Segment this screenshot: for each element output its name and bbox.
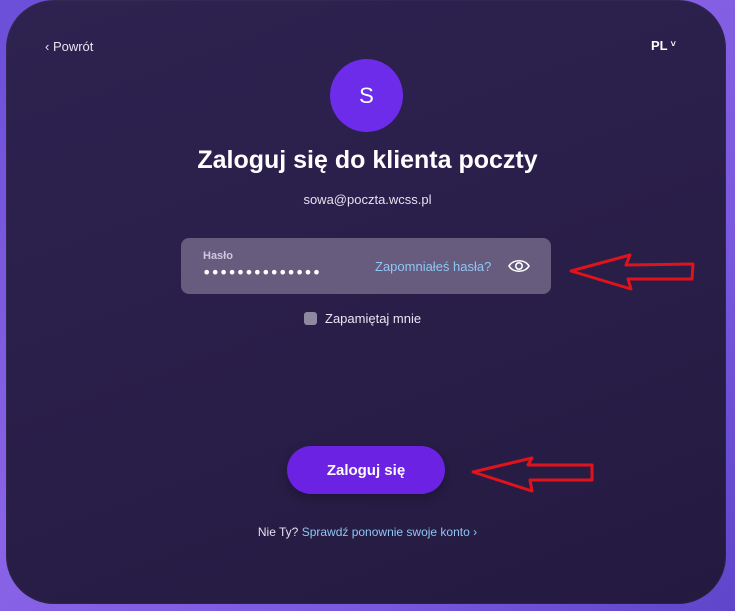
password-label: Hasło: [203, 250, 233, 262]
remember-me-label: Zapamiętaj mnie: [325, 311, 422, 326]
language-selector[interactable]: PL ˅: [651, 38, 676, 53]
avatar: S: [330, 59, 403, 132]
eye-icon[interactable]: [508, 257, 530, 275]
account-email: sowa@poczta.wcss.pl: [303, 192, 432, 207]
language-label: PL: [651, 38, 668, 53]
password-input[interactable]: ••••••••••••••: [202, 263, 321, 282]
back-link[interactable]: ‹ Powrót: [45, 39, 93, 54]
remember-me-checkbox[interactable]: Zapamiętaj mnie: [304, 311, 421, 326]
login-button[interactable]: Zaloguj się: [287, 446, 445, 494]
page-title: Zaloguj się do klienta poczty: [197, 146, 538, 174]
checkbox-box[interactable]: [304, 312, 317, 325]
password-field[interactable]: Hasło •••••••••••••• Zapomniałeś hasła?: [181, 238, 551, 294]
check-account-link[interactable]: Sprawdź ponownie swoje konto ›: [302, 525, 477, 539]
chevron-down-icon: ˅: [670, 39, 676, 49]
annotation-arrow-login: [471, 456, 594, 493]
not-you-prefix: Nie Ty?: [257, 525, 299, 539]
not-you-line: Nie Ty? Sprawdź ponownie swoje konto ›: [0, 525, 735, 539]
forgot-password-link[interactable]: Zapomniałeś hasła?: [375, 259, 491, 274]
annotation-arrow-password: [569, 253, 695, 291]
